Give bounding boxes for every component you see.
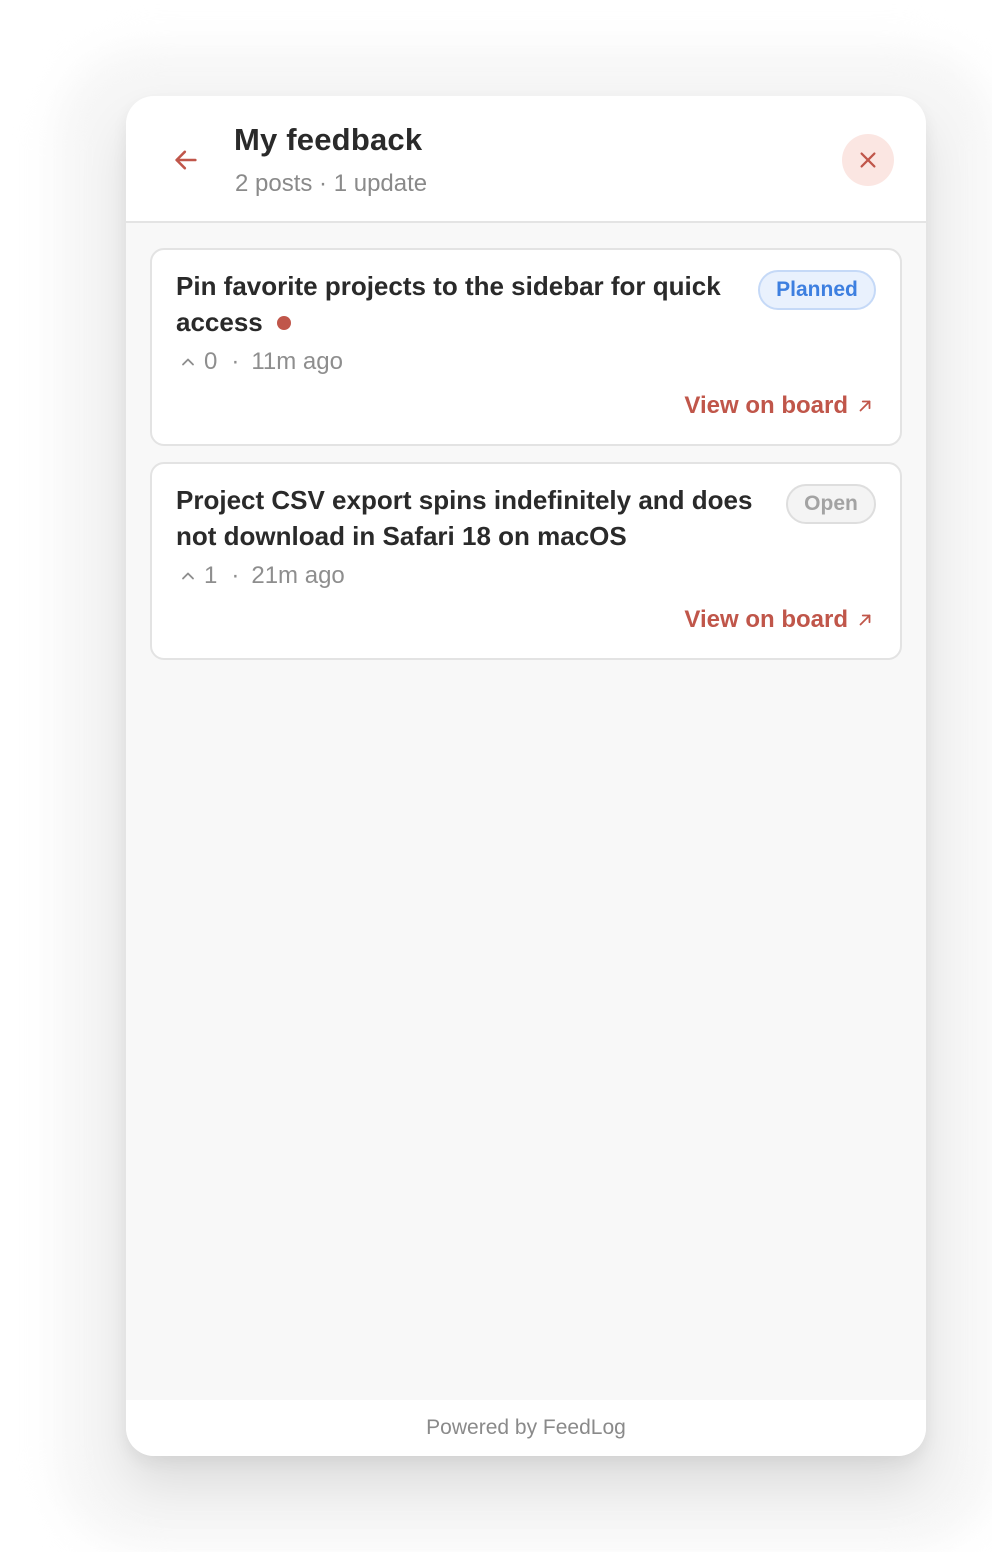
chevron-up-icon <box>182 572 194 580</box>
powered-by-footer: Powered by FeedLog <box>126 1400 926 1456</box>
post-card[interactable]: Pin favorite projects to the sidebar for… <box>150 248 902 446</box>
back-button[interactable] <box>166 140 206 180</box>
page: My feedback 2 posts · 1 update Pin favor… <box>0 0 992 1552</box>
status-badge: Planned <box>758 270 876 310</box>
widget-header: My feedback 2 posts · 1 update <box>126 96 926 223</box>
post-meta: 0 · 11m ago <box>178 348 343 376</box>
feedback-widget: My feedback 2 posts · 1 update Pin favor… <box>126 96 926 1456</box>
page-title: My feedback <box>234 122 423 157</box>
vote-count: 0 <box>204 348 218 375</box>
upvote-button[interactable]: 0 <box>178 348 217 376</box>
arrow-up-right-icon <box>859 400 871 412</box>
view-on-board-link[interactable]: View on board <box>684 392 874 420</box>
footer-text: Powered by FeedLog <box>426 1416 626 1439</box>
unread-indicator <box>276 316 291 330</box>
close-icon <box>860 152 876 168</box>
chevron-up-icon <box>182 358 194 366</box>
vote-count: 1 <box>204 562 218 589</box>
post-title-text: Pin favorite projects to the sidebar for… <box>176 271 721 337</box>
arrow-left-icon <box>175 150 197 170</box>
post-time: 11m ago <box>251 348 343 375</box>
close-button[interactable] <box>842 134 894 186</box>
post-time: 21m ago <box>251 562 345 589</box>
status-badge: Open <box>786 484 876 524</box>
post-meta: 1 · 21m ago <box>178 562 345 590</box>
view-on-board-link[interactable]: View on board <box>684 606 874 634</box>
meta-separator: · <box>231 562 240 589</box>
upvote-button[interactable]: 1 <box>178 562 217 590</box>
post-title: Project CSV export spins indefinitely an… <box>176 482 776 554</box>
view-on-board-label: View on board <box>684 392 848 419</box>
post-title-text: Project CSV export spins indefinitely an… <box>176 485 753 551</box>
meta-separator: · <box>231 348 240 375</box>
view-on-board-label: View on board <box>684 606 848 633</box>
page-subtitle: 2 posts · 1 update <box>235 170 428 197</box>
post-card[interactable]: Project CSV export spins indefinitely an… <box>150 462 902 660</box>
post-title: Pin favorite projects to the sidebar for… <box>176 268 736 340</box>
arrow-up-right-icon <box>859 614 871 626</box>
